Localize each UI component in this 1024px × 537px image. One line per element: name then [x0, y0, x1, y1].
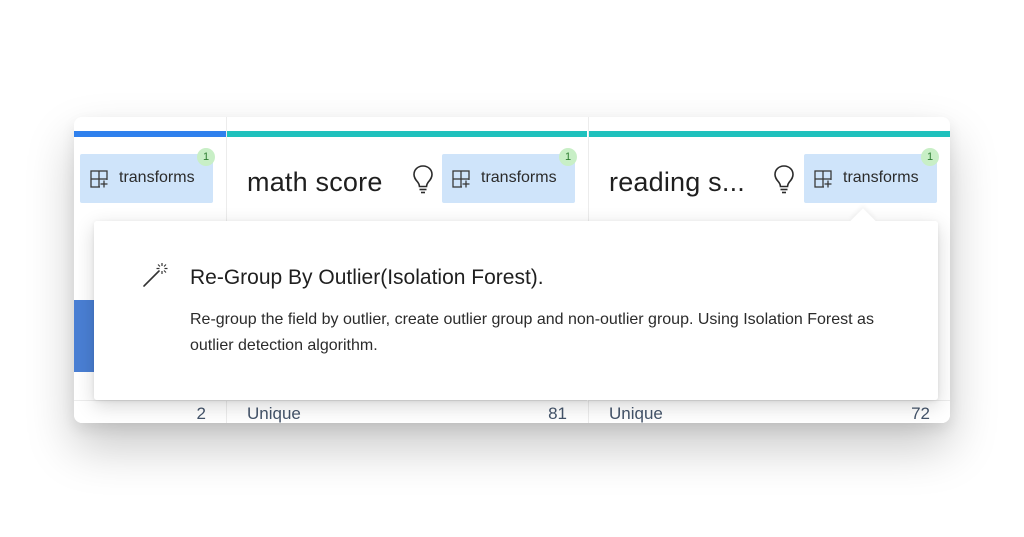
- row-divider: [227, 400, 587, 401]
- stat-label: Unique: [609, 404, 663, 423]
- field-title: math score: [247, 167, 383, 197]
- field-title: reading s...: [609, 167, 745, 197]
- transforms-button[interactable]: transforms 1: [442, 148, 577, 203]
- transforms-button[interactable]: transforms 1: [80, 148, 215, 203]
- transforms-label: transforms: [481, 169, 557, 186]
- grid-add-icon: [814, 170, 832, 188]
- callout-description: Re-group the field by outlier, create ou…: [190, 311, 874, 354]
- grid-add-icon: [452, 170, 470, 188]
- lightbulb-icon[interactable]: [773, 164, 795, 194]
- stat-value: 2: [196, 404, 206, 423]
- magic-wand-icon: [143, 263, 168, 287]
- lightbulb-icon[interactable]: [412, 164, 434, 194]
- row-divider: [589, 400, 950, 401]
- callout-body[interactable]: Re-Group By Outlier(Isolation Forest). R…: [94, 221, 938, 400]
- transform-callout: Re-Group By Outlier(Isolation Forest). R…: [94, 208, 938, 400]
- stat-value: 72: [911, 404, 930, 423]
- stat-label: Unique: [247, 404, 301, 423]
- row-divider: [74, 400, 226, 401]
- field-type-bar: [74, 131, 226, 137]
- field-type-bar: [227, 131, 587, 137]
- transforms-count-badge: 1: [921, 148, 939, 166]
- transforms-count-badge: 1: [197, 148, 215, 166]
- stat-value: 81: [548, 404, 567, 423]
- callout-title: Re-Group By Outlier(Isolation Forest).: [190, 266, 544, 289]
- transforms-label: transforms: [843, 169, 919, 186]
- grid-add-icon: [90, 170, 108, 188]
- transforms-label: transforms: [119, 169, 195, 186]
- stage: transforms 1 2 math score transforms 1 U…: [0, 0, 1024, 537]
- field-type-bar: [589, 131, 950, 137]
- transforms-button[interactable]: transforms 1: [804, 148, 939, 203]
- transforms-count-badge: 1: [559, 148, 577, 166]
